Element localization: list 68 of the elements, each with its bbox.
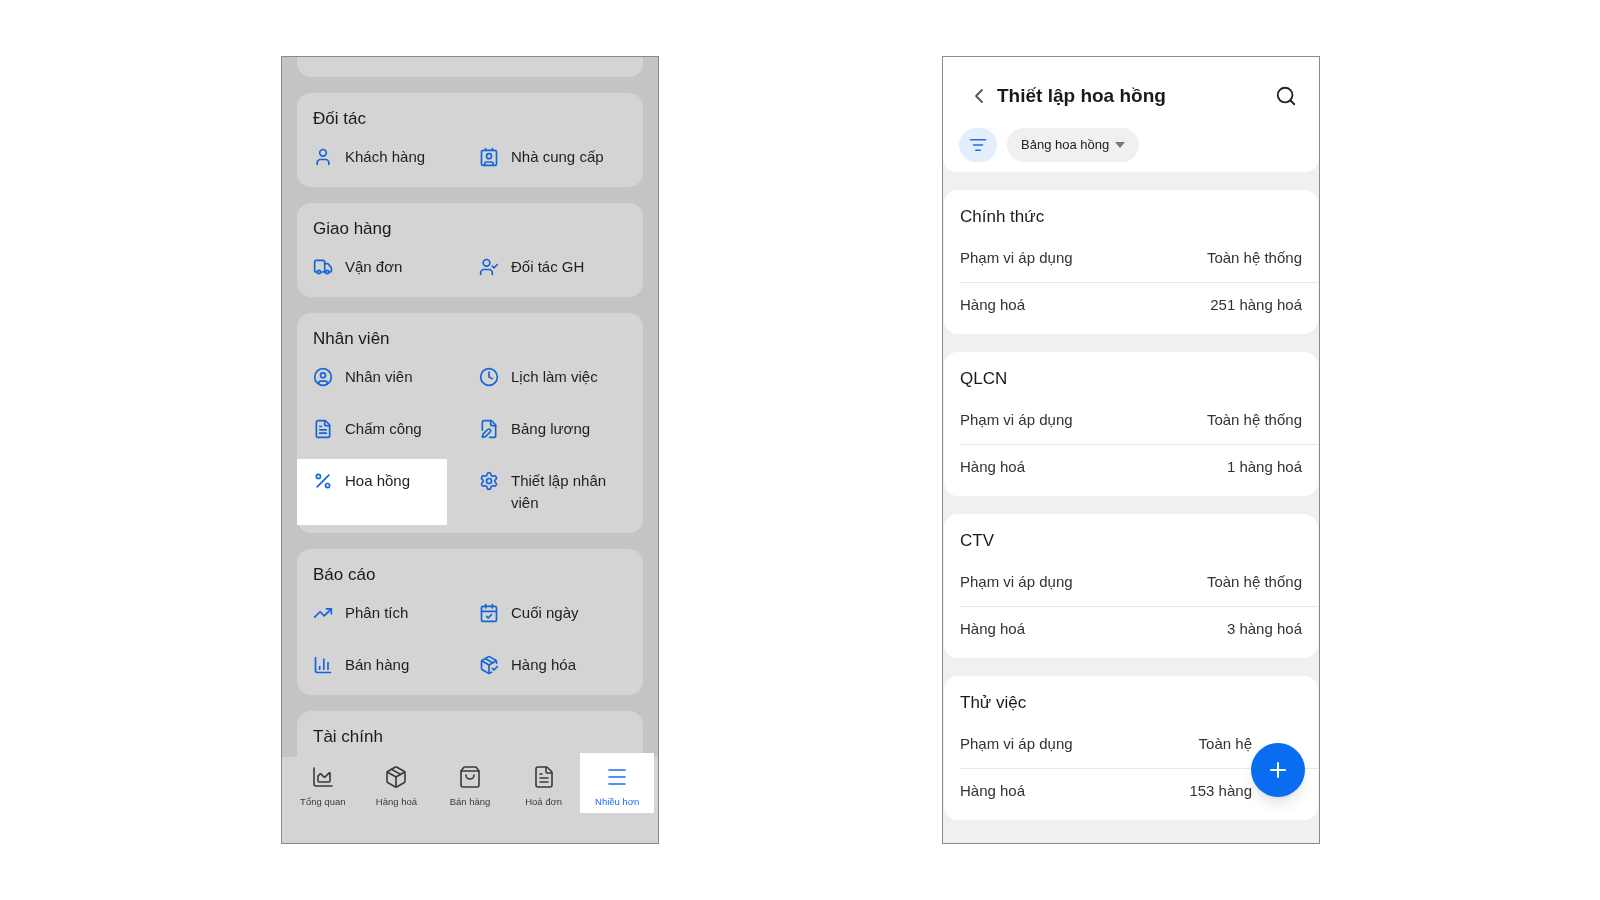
row-label: Hàng hoá: [960, 456, 1027, 477]
menu-item[interactable]: Chấm công: [297, 407, 447, 451]
menu-item[interactable]: Thiết lập nhân viên: [447, 459, 643, 525]
gear-icon: [479, 471, 499, 491]
row-label: Hàng hoá: [960, 294, 1027, 315]
person-circle-icon: [313, 367, 333, 387]
section-title: Báo cáo: [312, 564, 377, 586]
caret-icon: [1115, 142, 1126, 148]
section-title: Giao hàng: [312, 218, 393, 240]
menu-item[interactable]: Đối tác GH: [447, 245, 643, 289]
row-value: 153 hàng: [1189, 780, 1252, 801]
commission-card[interactable]: QLCN Phạm vi áp dụng Toàn hệ thống Hàng hoá 1 hàng hoá: [944, 352, 1318, 496]
nav-tab[interactable]: Nhiều hơn: [580, 753, 654, 813]
contact-card-icon: [479, 147, 499, 167]
row-value: 3 hàng hoá: [1226, 618, 1302, 639]
nav-tab[interactable]: Bán hàng: [433, 753, 507, 813]
menu-item[interactable]: Vận đơn: [297, 245, 447, 289]
calendar-check-icon: [479, 603, 499, 623]
menu-item[interactable]: Bảng lương: [447, 407, 643, 451]
row-label: Hàng hoá: [960, 780, 1027, 801]
nav-tab[interactable]: Hàng hoá: [359, 753, 434, 813]
package-check-icon: [479, 655, 499, 675]
nav-tab[interactable]: Hoá đơn: [506, 753, 581, 813]
menu-item[interactable]: Nhân viên: [297, 355, 447, 399]
commission-card[interactable]: CTV Phạm vi áp dụng Toàn hệ thống Hàng hoá 3 hàng hoá: [944, 514, 1318, 658]
sales-chart-icon: [313, 655, 333, 675]
card-title: CTV: [960, 530, 995, 552]
screen-title: Thiết lập hoa hồng: [997, 83, 1167, 108]
row-label: Phạm vi áp dụng: [960, 248, 1074, 269]
section-title: Tài chính: [312, 726, 384, 748]
table-dropdown[interactable]: Bảng hoa hồng: [1007, 128, 1140, 162]
search-icon[interactable]: [1275, 85, 1297, 107]
menu-item[interactable]: Khách hàng: [297, 135, 447, 179]
section-title: Nhân viên: [312, 328, 391, 350]
nav-tab[interactable]: Tổng quan: [286, 753, 360, 813]
clock-icon: [479, 367, 499, 387]
row-value: Toàn hệ thống: [1206, 248, 1302, 269]
person-icon: [313, 147, 333, 167]
filter-button[interactable]: [959, 128, 997, 162]
chart-icon: [310, 765, 335, 789]
truck-icon: [313, 257, 333, 277]
menu-item[interactable]: Hoa hồng: [297, 459, 447, 525]
menu-item[interactable]: Hàng hóa: [447, 643, 643, 687]
card-title: Chính thức: [960, 206, 1046, 228]
row-label: Phạm vi áp dụng: [960, 734, 1074, 755]
document-pen-icon: [479, 419, 499, 439]
row-value: 251 hàng hoá: [1210, 294, 1302, 315]
row-value: Toàn hệ thống: [1206, 410, 1302, 431]
menu-item[interactable]: Nhà cung cấp: [447, 135, 643, 179]
card-title: Thử việc: [960, 692, 1028, 714]
person-check-icon: [479, 257, 499, 277]
menu-item[interactable]: Bán hàng: [297, 643, 447, 687]
commission-card[interactable]: Thử việc Phạm vi áp dụng Toàn hệ Hàng hoá 153 hàng: [944, 676, 1318, 820]
box-icon: [384, 765, 409, 789]
row-label: Phạm vi áp dụng: [960, 572, 1074, 593]
row-value: Toàn hệ: [1198, 734, 1252, 755]
menu-item[interactable]: Phân tích: [297, 591, 447, 635]
filter-icon: [969, 136, 987, 154]
section-title: Đối tác: [312, 108, 367, 130]
bag-icon: [458, 765, 482, 789]
menu-item[interactable]: Cuối ngày: [447, 591, 643, 635]
row-label: Hàng hoá: [960, 618, 1027, 639]
commission-card[interactable]: Chính thức Phạm vi áp dụng Toàn hệ thống Hàng hoá 251 hàng hoá: [944, 190, 1318, 334]
row-value: 1 hàng hoá: [1226, 456, 1302, 477]
row-label: Phạm vi áp dụng: [960, 410, 1074, 431]
menu-item[interactable]: Lịch làm việc: [447, 355, 643, 399]
row-value: Toàn hệ thống: [1206, 572, 1302, 593]
card-title: QLCN: [960, 368, 1009, 390]
